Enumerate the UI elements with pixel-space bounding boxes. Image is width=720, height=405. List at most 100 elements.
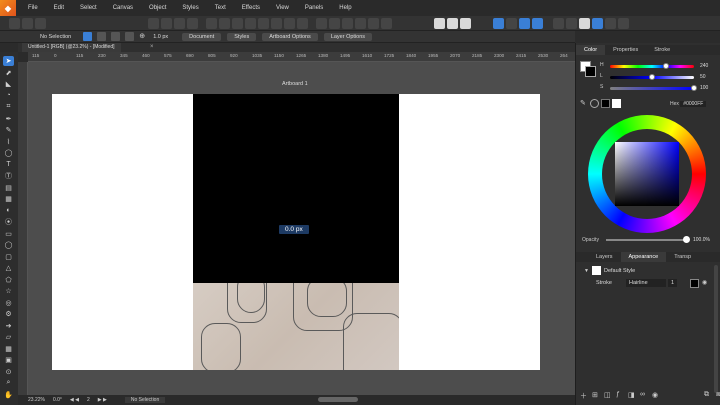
ellipse-tool-icon[interactable]: ◯ [3, 240, 14, 250]
slider-knob[interactable] [663, 63, 670, 69]
menu-view[interactable]: View [268, 0, 297, 16]
callout-tool-icon[interactable]: ▱ [3, 332, 14, 342]
menu-select[interactable]: Select [72, 0, 105, 16]
align-2-icon[interactable] [219, 17, 230, 29]
align-1-icon[interactable] [206, 17, 217, 29]
opacity-knob[interactable] [683, 236, 690, 243]
pen-tool-icon[interactable]: ✒ [3, 114, 14, 124]
no-color-swatch[interactable] [590, 99, 599, 108]
export-icon[interactable] [434, 17, 445, 29]
slider-value[interactable]: 50 [700, 74, 706, 80]
stroke-color-swatch[interactable] [690, 279, 699, 288]
page-number[interactable]: 2 [87, 397, 90, 403]
boolean-1-icon[interactable] [148, 17, 159, 29]
boolean-3-icon[interactable] [174, 17, 185, 29]
slider-s[interactable]: S 100 [600, 84, 714, 91]
zoom-level[interactable]: 23.22% [28, 397, 45, 403]
menu-styles[interactable]: Styles [174, 0, 206, 16]
placed-photo[interactable] [193, 283, 399, 370]
arrange-2-icon[interactable] [329, 17, 340, 29]
zoom-tool-icon[interactable]: ⊙ [3, 367, 14, 377]
align-7-icon[interactable] [284, 17, 295, 29]
fx-icon[interactable]: ƒ [616, 391, 628, 401]
view-tool-icon[interactable]: ⌕ [3, 378, 14, 388]
color-picker-tool-icon[interactable]: ⦿ [3, 217, 14, 227]
boolean-2-icon[interactable] [161, 17, 172, 29]
menu-canvas[interactable]: Canvas [105, 0, 141, 16]
table-tool-icon[interactable]: ▦ [3, 344, 14, 354]
stroke-type-select[interactable]: Hairline [626, 279, 666, 287]
artboard-label[interactable]: Artboard 1 [282, 81, 308, 87]
redo-icon[interactable] [22, 17, 33, 29]
layer-down-icon[interactable]: ⧈ [716, 391, 720, 401]
artboard-select-icon[interactable] [125, 32, 135, 41]
transparency-tool-icon[interactable]: ◐ [3, 206, 14, 216]
hex-field[interactable]: Hex #0000FF [670, 101, 707, 107]
arrange-6-icon[interactable] [381, 17, 392, 29]
arrow-tool-icon[interactable]: ➔ [3, 321, 14, 331]
persona-designer-icon[interactable] [493, 17, 504, 29]
arrange-5-icon[interactable] [368, 17, 379, 29]
menu-help[interactable]: Help [331, 0, 359, 16]
arrange-3-icon[interactable] [342, 17, 353, 29]
cog-tool-icon[interactable]: ⚙ [3, 309, 14, 319]
camera-icon[interactable]: ◉ [652, 391, 664, 401]
slider-knob[interactable] [691, 85, 697, 91]
arrange-1-icon[interactable] [316, 17, 327, 29]
artboard[interactable]: 0.0 px [193, 94, 399, 370]
undo-icon[interactable] [9, 17, 20, 29]
fullscreen-icon[interactable] [618, 17, 629, 29]
menu-text[interactable]: Text [207, 0, 234, 16]
align-5-icon[interactable] [258, 17, 269, 29]
add-stroke-icon[interactable]: ⊞ [592, 391, 604, 401]
tab-appearance[interactable]: Appearance [620, 252, 667, 262]
page-next-icon[interactable]: ▶ ▶ [98, 397, 107, 403]
hand-tool-icon[interactable]: ✋ [3, 390, 14, 400]
menu-file[interactable]: File [20, 0, 46, 16]
color-square[interactable] [615, 142, 679, 206]
text-tool-icon[interactable]: T [3, 160, 14, 170]
rectangle-tool-icon[interactable]: ▭ [3, 229, 14, 239]
select-pointer-icon[interactable] [83, 32, 93, 41]
view-mode-icon[interactable] [553, 17, 564, 29]
transform-origin-icon[interactable] [97, 32, 107, 41]
donut-tool-icon[interactable]: ◎ [3, 298, 14, 308]
close-tab-icon[interactable]: × [150, 43, 154, 52]
slider-knob[interactable] [649, 74, 655, 80]
document-tab[interactable]: Untitled-1 [RGB] (@23.2%) - [Modified] [22, 43, 121, 52]
persona-export-icon[interactable] [519, 17, 530, 29]
panel-scrollbar[interactable] [714, 265, 718, 393]
align-3-icon[interactable] [232, 17, 243, 29]
crop-tool-icon[interactable]: ⌗ [3, 102, 14, 112]
duplicate-icon[interactable]: ◫ [604, 391, 616, 401]
tab-properties[interactable]: Properties [605, 45, 646, 55]
opacity-slider[interactable] [606, 239, 686, 241]
corner-tool-icon[interactable]: ◣ [3, 79, 14, 89]
opacity-value[interactable]: 100.0% [693, 237, 710, 243]
color-wheel[interactable] [588, 115, 706, 233]
print-icon[interactable] [447, 17, 458, 29]
boolean-4-icon[interactable] [187, 17, 198, 29]
menu-object[interactable]: Object [141, 0, 174, 16]
polygon-tool-icon[interactable]: ⬠ [3, 275, 14, 285]
share-icon[interactable] [460, 17, 471, 29]
star-tool-icon[interactable]: ☆ [3, 286, 14, 296]
vertical-ruler[interactable] [18, 62, 28, 395]
move-tool-icon[interactable]: ➤ [3, 56, 14, 66]
app-logo-icon[interactable]: ◆ [0, 0, 16, 16]
align-6-icon[interactable] [271, 17, 282, 29]
menu-effects[interactable]: Effects [234, 0, 268, 16]
preview-mode-icon[interactable] [592, 17, 603, 29]
link-icon[interactable]: ∞ [640, 391, 652, 401]
slider-h[interactable]: H 240 [600, 62, 714, 69]
tab-layers[interactable]: Layers [588, 252, 621, 262]
horizontal-ruler[interactable]: 115 0 115 230 345 460 575 690 805 920 1035 1150 1265… [28, 52, 575, 62]
persona-pixel-icon[interactable] [506, 17, 517, 29]
slider-l[interactable]: L 50 [600, 73, 714, 80]
align-4-icon[interactable] [245, 17, 256, 29]
tab-stroke[interactable]: Stroke [646, 45, 678, 55]
artboard-options-button[interactable]: Artboard Options [262, 32, 318, 41]
eyedropper-icon[interactable]: ✎ [580, 99, 589, 108]
vector-brush-tool-icon[interactable]: ⌇ [3, 137, 14, 147]
select-same-icon[interactable] [111, 32, 121, 41]
